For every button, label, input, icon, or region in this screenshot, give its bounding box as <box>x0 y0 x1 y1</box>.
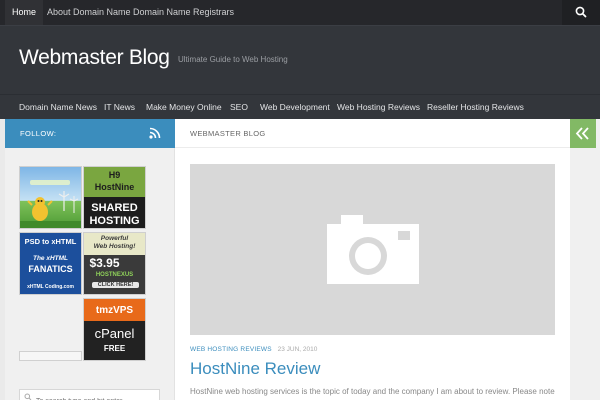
psd-line2: The xHTML <box>32 255 69 262</box>
tmzvps-line3: FREE <box>103 344 126 353</box>
psd-line3: FANATICS <box>28 264 73 274</box>
hostnexus-cta: CLICK HERE! <box>92 282 139 288</box>
sidebar: FOLLOW: H9 HostNine SHARED HOSTING PSD t… <box>5 119 175 400</box>
site-tagline: Ultimate Guide to Web Hosting <box>178 55 288 64</box>
post-category[interactable]: WEB HOSTING REVIEWS <box>190 346 272 353</box>
topnav-search-button[interactable] <box>562 0 600 25</box>
topnav-home[interactable]: Home <box>5 0 44 25</box>
post-thumbnail[interactable] <box>190 164 555 335</box>
catnav-web-development[interactable]: Web Development <box>260 95 330 119</box>
hostnexus-price: $3.95 <box>89 256 120 270</box>
banner-ad-tmzvps[interactable]: tmzVPS cPanel FREE <box>83 298 146 361</box>
post-meta: WEB HOSTING REVIEWS 23 JUN, 2010 <box>190 346 317 353</box>
follow-bar: FOLLOW: <box>5 119 175 148</box>
category-navigation: Domain Name News IT News Make Money Onli… <box>0 94 600 119</box>
post-title[interactable]: HostNine Review <box>190 359 320 379</box>
sidebar-search <box>19 389 160 400</box>
catnav-make-money-online[interactable]: Make Money Online <box>146 95 222 119</box>
page-heading-bar: WEBMASTER BLOG <box>175 119 570 148</box>
psd-footer: xHTML Coding.com <box>27 284 74 290</box>
catnav-reseller-hosting-reviews[interactable]: Reseller Hosting Reviews <box>427 95 524 119</box>
follow-label: FOLLOW: <box>20 129 57 138</box>
catnav-domain-name-news[interactable]: Domain Name News <box>19 95 97 119</box>
search-icon <box>575 6 587 18</box>
site-title[interactable]: Webmaster Blog <box>19 46 170 70</box>
hostnine-name: HostNine <box>94 182 135 192</box>
hostnexus-brand: HOSTNEXUS <box>95 272 134 278</box>
tmzvps-line2: cPanel <box>94 326 135 341</box>
banner-ad-domain[interactable] <box>19 166 82 229</box>
psd-line1: PSD to xHTML <box>24 237 77 246</box>
banner-ad-psd-to-xhtml[interactable]: PSD to xHTML The xHTML FANATICS xHTML Co… <box>19 232 82 295</box>
banner-ad-hostnine[interactable]: H9 HostNine SHARED HOSTING <box>83 166 146 229</box>
hostnine-line1: SHARED <box>91 202 138 214</box>
double-chevron-left-icon <box>575 127 589 140</box>
catnav-seo[interactable]: SEO <box>230 95 248 119</box>
hostnine-line2: HOSTING <box>89 215 140 227</box>
tmzvps-line1: tmzVPS <box>95 305 134 316</box>
banner-ad-placeholder[interactable] <box>19 351 82 361</box>
post-excerpt: HostNine web hosting services is the top… <box>190 387 555 396</box>
banner-ad-hostnexus[interactable]: Powerful Web Hosting! $3.95 HOSTNEXUS CL… <box>83 232 146 295</box>
search-icon <box>24 393 32 400</box>
main-content: WEBMASTER BLOG WEB HOSTING REVIEWS 23 JU… <box>175 119 570 400</box>
camera-icon <box>327 215 419 284</box>
hostnine-logo: H9 <box>108 170 121 180</box>
rss-icon[interactable] <box>149 127 161 139</box>
topnav-about-domain-name[interactable]: About Domain Name <box>40 0 138 25</box>
right-sidebar <box>570 119 600 400</box>
top-navigation: Home About Domain Name Domain Name Regis… <box>0 0 600 25</box>
site-header: Webmaster Blog Ultimate Guide to Web Hos… <box>0 25 600 94</box>
hostnexus-line2: Web Hosting! <box>93 243 136 250</box>
mascot-icon <box>20 180 81 228</box>
catnav-web-hosting-reviews[interactable]: Web Hosting Reviews <box>337 95 420 119</box>
page-heading: WEBMASTER BLOG <box>190 129 266 138</box>
topnav-domain-name-registrars[interactable]: Domain Name Registrars <box>126 0 241 25</box>
hostnexus-line1: Powerful <box>100 235 129 242</box>
catnav-it-news[interactable]: IT News <box>104 95 135 119</box>
sidebar-toggle-button[interactable] <box>570 119 596 148</box>
search-input[interactable] <box>36 394 156 400</box>
post-date: 23 JUN, 2010 <box>277 346 318 353</box>
